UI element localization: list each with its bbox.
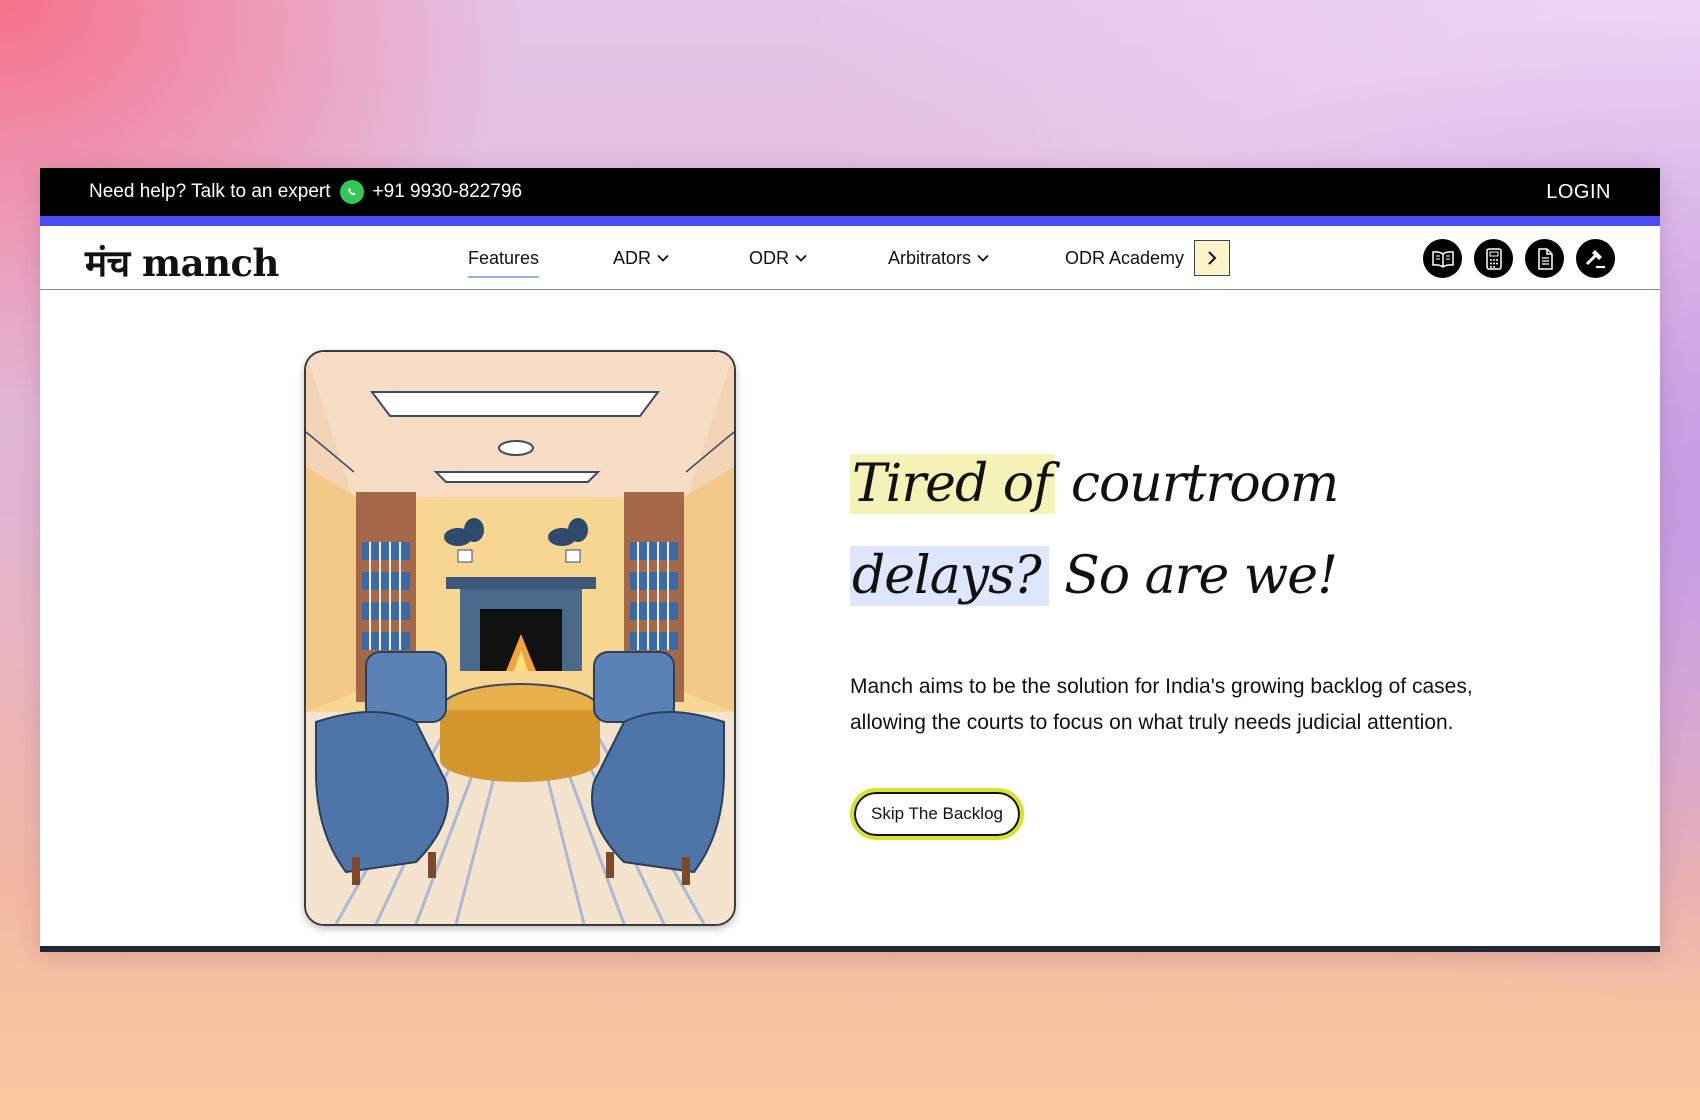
nav-item-label: ADR: [613, 247, 652, 268]
document-icon[interactable]: [1525, 239, 1564, 278]
gavel-icon[interactable]: [1576, 239, 1615, 278]
nav-tools: [1423, 239, 1615, 278]
help-text: Need help? Talk to an expert: [89, 181, 331, 202]
browser-page: Need help? Talk to an expert +91 9930-82…: [40, 168, 1660, 952]
chevron-down-icon: [795, 254, 807, 262]
chevron-down-icon: [977, 254, 989, 262]
headline-highlight-blue: delays?: [850, 546, 1049, 606]
chevron-right-icon[interactable]: [1194, 240, 1231, 276]
hero-illustration: [304, 350, 736, 926]
top-help-bar: Need help? Talk to an expert +91 9930-82…: [40, 168, 1660, 216]
nav-item-features[interactable]: Features: [468, 247, 540, 278]
hero-headline: Tired of courtroom delays? So are we!: [850, 438, 1339, 622]
manch-logo[interactable]: मंच manch: [85, 236, 279, 287]
accent-band: [40, 216, 1660, 226]
headline-line-2: delays? So are we!: [850, 530, 1338, 622]
chevron-down-icon: [657, 254, 669, 262]
nav-item-odr[interactable]: ODR: [749, 248, 807, 269]
skip-backlog-button[interactable]: Skip The Backlog: [850, 788, 1024, 840]
nav-item-label: ODR Academy: [1065, 247, 1185, 268]
whatsapp-icon[interactable]: [339, 180, 364, 204]
main-nav: मंच manch Features ADR ODR Arbitrators O…: [40, 226, 1660, 290]
headline-text: courtroom: [1055, 454, 1339, 514]
phone-number[interactable]: +91 9930-822796: [373, 181, 523, 203]
book-icon[interactable]: [1423, 239, 1462, 278]
nav-item-label: Features: [468, 247, 540, 268]
nav-item-adr[interactable]: ADR: [613, 248, 669, 269]
headline-text: So are we!: [1048, 546, 1338, 606]
nav-item-arbitrators[interactable]: Arbitrators: [888, 248, 989, 269]
nav-item-label: Arbitrators: [888, 247, 972, 268]
nav-item-odr-academy[interactable]: ODR Academy: [1065, 240, 1231, 276]
headline-highlight-yellow: Tired of: [850, 454, 1056, 514]
login-link[interactable]: LOGIN: [1546, 181, 1611, 204]
nav-item-label: ODR: [749, 247, 789, 268]
help-contact: Need help? Talk to an expert +91 9930-82…: [89, 180, 522, 204]
calculator-icon[interactable]: [1474, 239, 1513, 278]
headline-line-1: Tired of courtroom: [850, 438, 1339, 530]
hero-description: Manch aims to be the solution for India'…: [850, 675, 1473, 734]
